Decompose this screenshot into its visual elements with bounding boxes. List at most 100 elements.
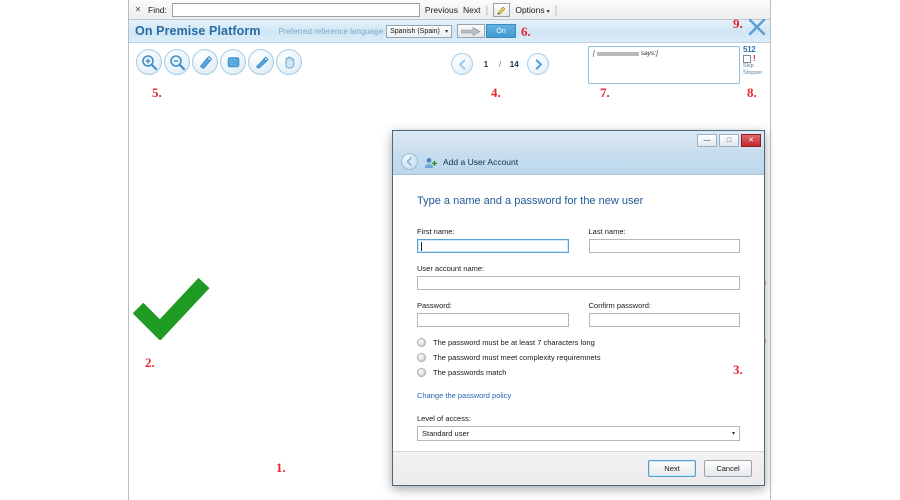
last-name-group: Last name:: [588, 227, 740, 253]
password-label: Password:: [417, 301, 453, 310]
level-of-access-group: Level of access: Standard user ▾: [417, 414, 740, 441]
right-arrow-glyph: [461, 26, 481, 36]
annotation-7: 7.: [600, 85, 610, 100]
name-fields-row: First name: Last name:: [417, 227, 740, 253]
application-frame: ✕ Find: Previous Next | Options ▾ | On Pr…: [128, 0, 771, 500]
password-fields-row: Password: Confirm password:: [417, 301, 740, 327]
user-account-name-label: User account name:: [417, 264, 485, 273]
language-select[interactable]: Spanish (Spain) ▾: [386, 24, 453, 38]
back-arrow-icon[interactable]: [401, 153, 418, 170]
language-select-value: Spanish (Spain): [390, 27, 440, 35]
first-name-field[interactable]: [417, 239, 569, 253]
close-x-icon[interactable]: [746, 16, 768, 38]
warning-icon: !: [753, 54, 756, 63]
first-name-group: First name:: [417, 227, 569, 253]
add-user-account-dialog: — □ ✕ Add a User Account Type a name and…: [392, 130, 765, 486]
comment-textbox[interactable]: [ says:]: [588, 46, 740, 84]
screenshot-root: ✕ Find: Previous Next | Options ▾ | On Pr…: [0, 0, 900, 500]
password-group: Password:: [417, 301, 569, 327]
level-of-access-select[interactable]: Standard user ▾: [417, 426, 740, 441]
previous-page-button[interactable]: [451, 53, 473, 75]
hand-icon[interactable]: [276, 49, 302, 75]
character-counter-panel: 512 ! Skip Stopper: [743, 45, 769, 77]
user-account-name-field[interactable]: [417, 276, 740, 290]
next-button[interactable]: Next: [648, 460, 696, 477]
last-name-field[interactable]: [588, 239, 740, 253]
annotation-6: 6.: [521, 24, 531, 39]
annotation-4: 4.: [491, 85, 501, 100]
annotation-5: 5.: [152, 85, 162, 100]
pencil-icon[interactable]: [248, 49, 274, 75]
current-page-number: 1: [483, 59, 489, 69]
chevron-down-icon: ▾: [445, 28, 449, 35]
level-of-access-label: Level of access:: [417, 414, 471, 423]
password-rule-item: The password must be at least 7 characte…: [417, 338, 740, 347]
green-check-mark: [132, 277, 211, 345]
dialog-heading: Type a name and a password for the new u…: [417, 195, 644, 207]
password-field[interactable]: [417, 313, 569, 327]
minimize-button[interactable]: —: [697, 133, 717, 147]
find-next-button[interactable]: Next: [463, 5, 480, 15]
comment-suffix: says:]: [640, 50, 658, 57]
next-page-button[interactable]: [527, 53, 550, 75]
search-input[interactable]: [171, 2, 420, 17]
check-icon: [132, 277, 210, 341]
annotation-9: 9.: [733, 16, 743, 31]
divider-2: |: [554, 3, 558, 16]
preferred-language-label: Preferred reference language: [278, 26, 384, 36]
toolbar-row: 1 / 14 [ says:] 512 ! Skip Stopper: [129, 43, 770, 88]
user-account-name-group: User account name:: [417, 264, 740, 290]
right-arrow-icon: [535, 58, 542, 70]
first-name-label: First name:: [417, 227, 455, 236]
right-arrow-icon[interactable]: [457, 24, 486, 38]
page-separator: /: [499, 59, 502, 69]
reference-toggle[interactable]: On: [486, 24, 517, 38]
level-of-access-value: Standard user: [422, 429, 470, 438]
confirm-password-label: Confirm password:: [588, 301, 652, 310]
find-previous-button[interactable]: Previous: [425, 5, 458, 15]
app-title-band: On Premise Platform Preferred reference …: [129, 20, 770, 43]
password-rule-text: The password must be at least 7 characte…: [433, 338, 595, 347]
close-button[interactable]: ✕: [741, 133, 761, 147]
highlighter-icon[interactable]: [493, 2, 511, 17]
status-bullet-icon: [417, 353, 426, 362]
character-count: 512: [743, 45, 756, 54]
zoom-out-glyph: [169, 54, 185, 70]
skip-stopper-label-line1: Skip: [743, 63, 754, 69]
comment-prefix: [: [593, 50, 595, 57]
password-rules-list: The password must be at least 7 characte…: [417, 338, 740, 377]
chevron-down-icon: ▾: [731, 431, 735, 437]
user-account-icon: [424, 156, 438, 168]
rectangle-icon[interactable]: [220, 49, 246, 75]
password-rule-item: The passwords match: [417, 368, 740, 377]
dialog-footer: Next Cancel: [393, 451, 764, 485]
maximize-button[interactable]: □: [719, 133, 739, 147]
skip-stopper-checkbox[interactable]: [743, 55, 751, 63]
status-bullet-icon: [417, 368, 426, 377]
highlighter-glyph: [199, 55, 212, 69]
comment-text: [ says:]: [593, 50, 735, 57]
confirm-password-group: Confirm password:: [588, 301, 740, 327]
skip-stopper-label-line2: Stopper: [743, 69, 763, 76]
password-rule-text: The passwords match: [433, 368, 507, 377]
dialog-window-chrome: — □ ✕: [393, 131, 764, 149]
dialog-body: Type a name and a password for the new u…: [393, 175, 764, 461]
status-bullet-icon: [417, 338, 426, 347]
find-bar: ✕ Find: Previous Next | Options ▾ |: [129, 0, 770, 20]
highlighter-icon[interactable]: [192, 49, 218, 75]
change-password-policy-link[interactable]: Change the password policy: [417, 391, 740, 400]
close-icon[interactable]: ✕: [133, 5, 143, 14]
confirm-password-field[interactable]: [588, 313, 740, 327]
hand-glyph: [285, 56, 294, 68]
close-x-glyph: [748, 18, 766, 36]
user-account-glyph: [424, 157, 438, 168]
last-name-label: Last name:: [588, 227, 626, 236]
password-rule-text: The password must meet complexity requir…: [433, 353, 601, 362]
zoom-out-icon[interactable]: [164, 49, 190, 75]
annotation-3: 3.: [733, 362, 743, 377]
left-arrow-icon: [458, 58, 465, 70]
password-rule-item: The password must meet complexity requir…: [417, 353, 740, 362]
zoom-in-icon[interactable]: [136, 49, 162, 75]
find-options-button[interactable]: Options ▾: [515, 5, 549, 15]
cancel-button[interactable]: Cancel: [704, 460, 752, 477]
